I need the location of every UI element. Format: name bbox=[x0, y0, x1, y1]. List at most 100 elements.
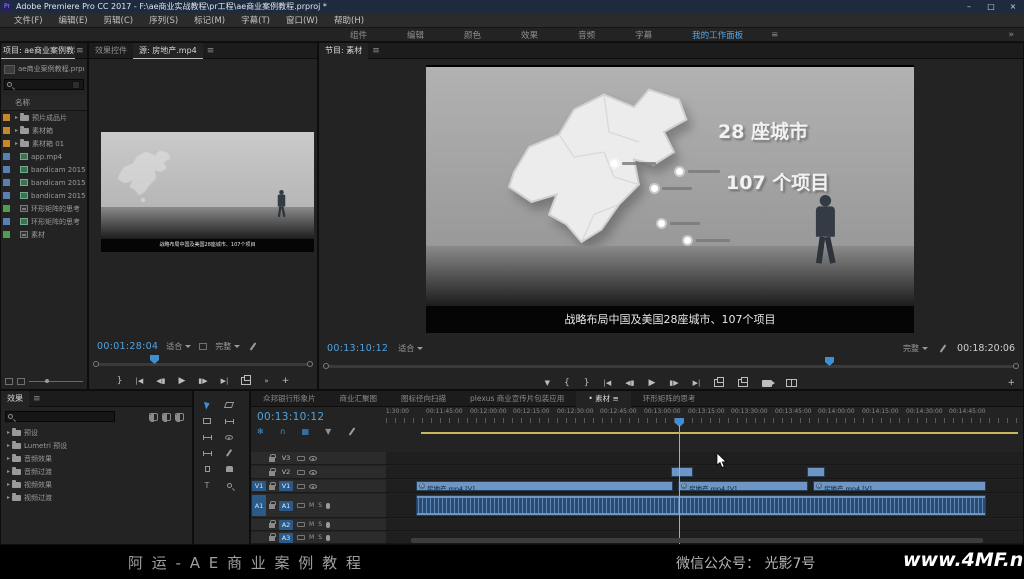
comparison-view-icon[interactable] bbox=[786, 379, 798, 387]
sequence-tab-2[interactable]: 商业汇聚图 bbox=[328, 393, 390, 404]
menu-help[interactable]: 帮助(H) bbox=[326, 14, 372, 26]
go-to-in-button[interactable]: |◀ bbox=[135, 375, 143, 387]
source-patch-v1[interactable]: V1 bbox=[252, 481, 266, 491]
workspace-tab-my-workspace[interactable]: 我的工作面板 bbox=[672, 29, 763, 41]
chevron-right-icon[interactable]: ▸ bbox=[5, 455, 12, 462]
insert-icon[interactable] bbox=[241, 375, 252, 385]
solo-button[interactable]: S bbox=[318, 502, 322, 509]
razor-tool[interactable] bbox=[200, 463, 214, 475]
menu-file[interactable]: 文件(F) bbox=[6, 14, 51, 26]
source-panel-menu-icon[interactable]: ≡ bbox=[203, 46, 219, 56]
zoom-tool[interactable] bbox=[222, 479, 236, 491]
sync-lock-icon[interactable] bbox=[297, 535, 305, 540]
icon-view-icon[interactable] bbox=[17, 378, 25, 385]
effects-folder-video-effects[interactable]: ▸ 视频效果 bbox=[1, 478, 192, 491]
track-lane-a2[interactable] bbox=[386, 519, 1023, 531]
project-row-clip-2[interactable]: bandicam 2015 bbox=[1, 163, 87, 176]
sync-lock-icon[interactable] bbox=[297, 455, 305, 461]
mute-button[interactable]: M bbox=[309, 502, 314, 509]
track-name-a3[interactable]: A3 bbox=[279, 532, 293, 543]
mark-out-button[interactable]: } bbox=[584, 377, 590, 389]
label-chip[interactable] bbox=[3, 114, 10, 121]
project-row-clip-5[interactable]: 环形矩阵的思考 bbox=[1, 215, 87, 228]
label-chip[interactable] bbox=[3, 153, 10, 160]
snap-icon[interactable]: ✻ bbox=[257, 427, 264, 438]
workspace-tab-effects[interactable]: 效果 bbox=[501, 29, 558, 41]
effects-panel-menu-icon[interactable]: ≡ bbox=[29, 394, 45, 404]
32bit-effects-icon[interactable] bbox=[162, 412, 171, 422]
sync-lock-icon[interactable] bbox=[297, 503, 305, 508]
timeline-clip-v1-3[interactable]: fx 房地产.mp4 [V] bbox=[813, 481, 986, 491]
pen-tool[interactable] bbox=[222, 447, 236, 459]
slide-tool[interactable] bbox=[200, 447, 214, 459]
list-view-icon[interactable] bbox=[5, 378, 13, 385]
track-select-tool[interactable] bbox=[222, 399, 236, 411]
track-name-v3[interactable]: V3 bbox=[279, 453, 293, 463]
lock-icon[interactable] bbox=[269, 520, 276, 528]
timeline-settings-icon[interactable]: ▦ bbox=[302, 427, 310, 438]
source-video-preview[interactable]: 战略布局中国及美国28座城市、107个项目 bbox=[101, 132, 314, 252]
ripple-edit-tool[interactable] bbox=[200, 415, 214, 427]
source-zoom-select[interactable]: 适合 bbox=[166, 341, 192, 352]
project-tab[interactable]: 项目: ae商业案例教程 bbox=[1, 42, 75, 59]
minimize-button[interactable]: – bbox=[958, 0, 980, 13]
program-scrubber[interactable] bbox=[323, 357, 1019, 369]
sequence-tab-4[interactable]: plexus 商业宣传片包装应用 bbox=[458, 393, 576, 404]
workspace-tab-titles[interactable]: 字幕 bbox=[615, 29, 672, 41]
solo-button[interactable]: S bbox=[318, 534, 322, 541]
timeline-clip-v2-a[interactable] bbox=[671, 467, 693, 477]
program-zoom-select[interactable]: 适合 bbox=[398, 343, 424, 354]
menu-marker[interactable]: 标记(M) bbox=[186, 14, 233, 26]
project-row-clip-3[interactable]: bandicam 2015 bbox=[1, 176, 87, 189]
rolling-edit-tool[interactable] bbox=[222, 415, 236, 427]
label-chip[interactable] bbox=[3, 140, 10, 147]
timeline-clip-v1-1[interactable]: fx 房地产.mp4 [V] bbox=[416, 481, 673, 491]
timeline-wrench-icon[interactable] bbox=[347, 427, 356, 438]
program-playhead[interactable] bbox=[825, 357, 834, 366]
project-row-sequence-2[interactable]: 素材 bbox=[1, 228, 87, 241]
sequence-tab-active[interactable]: • 素材 ≡ bbox=[576, 390, 631, 407]
workspace-tab-assembly[interactable]: 组件 bbox=[330, 29, 387, 41]
lift-icon[interactable] bbox=[714, 377, 725, 387]
mute-button[interactable]: M bbox=[309, 534, 314, 541]
voiceover-mic-icon[interactable] bbox=[326, 534, 330, 541]
program-panel-menu-icon[interactable]: ≡ bbox=[368, 46, 384, 56]
track-name-a1[interactable]: A1 bbox=[279, 500, 293, 511]
project-panel-menu-icon[interactable]: ≡ bbox=[75, 46, 85, 56]
settings-icon[interactable] bbox=[199, 343, 208, 350]
track-name-v2[interactable]: V2 bbox=[279, 467, 293, 477]
label-chip[interactable] bbox=[3, 166, 10, 173]
sync-lock-icon[interactable] bbox=[297, 522, 305, 527]
menu-edit[interactable]: 编辑(E) bbox=[51, 14, 96, 26]
go-to-out-button[interactable]: ▶| bbox=[221, 375, 229, 387]
go-to-in-button[interactable]: |◀ bbox=[603, 377, 611, 389]
mark-out-button[interactable]: } bbox=[117, 375, 123, 387]
timeline-audio-clip-a1[interactable] bbox=[416, 495, 986, 516]
timeline-ruler[interactable]: 11:30:00 00:11:45:00 00:12:00:00 00:12:1… bbox=[386, 408, 1023, 446]
track-output-eye-icon[interactable] bbox=[309, 483, 317, 489]
label-chip[interactable] bbox=[3, 205, 10, 212]
go-to-out-button[interactable]: ▶| bbox=[693, 377, 701, 389]
label-chip[interactable] bbox=[3, 127, 10, 134]
thumbnail-zoom-slider[interactable] bbox=[29, 379, 83, 383]
marker-icon[interactable]: ▼ bbox=[325, 427, 331, 438]
close-button[interactable]: × bbox=[1002, 0, 1024, 13]
project-row-bin-2[interactable]: ▸ 素材箱 bbox=[1, 124, 87, 137]
wrench-settings-icon[interactable] bbox=[938, 344, 947, 353]
project-row-clip-4[interactable]: bandicam 2015 bbox=[1, 189, 87, 202]
source-timecode[interactable]: 00:01:28:04 bbox=[97, 341, 158, 352]
scrubber-right-handle[interactable] bbox=[307, 361, 313, 367]
label-chip[interactable] bbox=[3, 218, 10, 225]
export-frame-camera-icon[interactable] bbox=[762, 379, 776, 387]
add-marker-button[interactable]: ▼ bbox=[545, 377, 550, 389]
rate-stretch-tool[interactable] bbox=[200, 431, 214, 443]
track-lane-v1[interactable]: fx 房地产.mp4 [V] fx 房地产.mp4 [V] fx 房地产.mp4… bbox=[386, 480, 1023, 493]
lock-icon[interactable] bbox=[269, 533, 276, 541]
step-back-button[interactable]: ◀▮ bbox=[156, 375, 165, 387]
track-header-a3[interactable]: A3 M S bbox=[251, 532, 386, 544]
timeline-playhead-line[interactable] bbox=[679, 425, 680, 544]
mute-button[interactable]: M bbox=[309, 521, 314, 528]
voiceover-mic-icon[interactable] bbox=[326, 502, 330, 509]
sequence-tab-3[interactable]: 图标径向扫描 bbox=[389, 393, 458, 404]
voiceover-mic-icon[interactable] bbox=[326, 521, 330, 528]
